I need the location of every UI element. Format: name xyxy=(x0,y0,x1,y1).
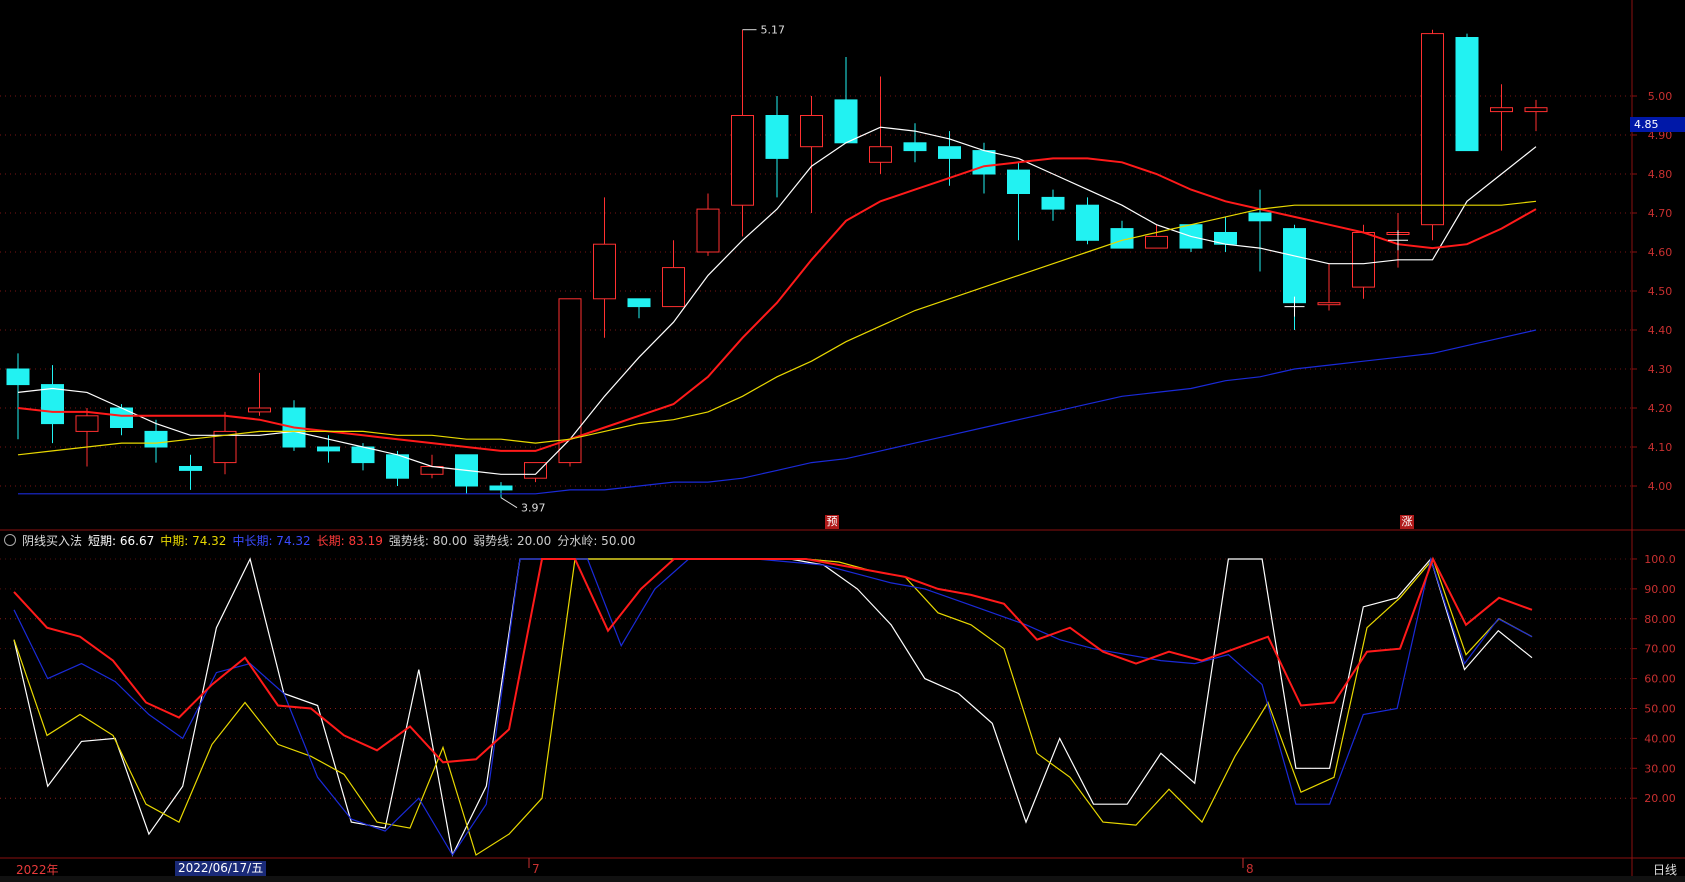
candle-body xyxy=(938,146,961,159)
candle-body xyxy=(1352,232,1375,288)
indicator-tick-label: 40.00 xyxy=(1644,732,1676,745)
legend-medium: 中期: 74.32 xyxy=(160,534,227,548)
status-strip xyxy=(0,876,1685,882)
candle-body xyxy=(6,368,30,386)
candle-body xyxy=(731,115,754,206)
legend-short: 短期: 66.67 xyxy=(88,534,155,548)
ma-line-ma20 xyxy=(17,200,1537,456)
legend-weak-line: 弱势线: 20.00 xyxy=(473,534,552,548)
indicator-tick-label: 80.00 xyxy=(1644,613,1676,626)
current-price-tag: 4.85 xyxy=(1630,117,1685,132)
price-tick-label: 4.70 xyxy=(1648,207,1673,220)
candle-body xyxy=(1524,107,1548,113)
candle-body xyxy=(765,115,789,159)
candle-body xyxy=(75,415,99,432)
candle-body xyxy=(1041,196,1065,210)
candle-body xyxy=(1248,212,1272,222)
candle-body xyxy=(386,454,409,479)
indicator-tick-label: 90.00 xyxy=(1644,583,1676,596)
legend-watershed: 分水岭: 50.00 xyxy=(557,534,636,548)
candle-body xyxy=(869,146,892,163)
candle-body xyxy=(903,142,927,152)
month-label: 7 xyxy=(532,862,540,876)
candle-body xyxy=(1145,235,1168,249)
candle-body xyxy=(662,267,685,308)
price-tick-label: 4.20 xyxy=(1648,402,1673,415)
candle-body xyxy=(800,115,823,148)
price-tick-label: 4.40 xyxy=(1648,324,1673,337)
candle-body xyxy=(1317,302,1341,306)
cursor-date: 2022/06/17/五 xyxy=(175,861,267,876)
low-price-label: 3.97 xyxy=(521,502,546,515)
candle-body xyxy=(972,150,996,175)
candle-body xyxy=(1421,33,1444,226)
high-price-label: 5.17 xyxy=(761,24,786,37)
candle-body xyxy=(593,243,616,300)
candle-body xyxy=(144,430,168,448)
price-tick-label: 4.00 xyxy=(1648,480,1673,493)
candle-body xyxy=(834,99,858,144)
candle-body xyxy=(1455,37,1479,152)
candlestick-chart[interactable]: 5.004.904.804.704.604.504.404.304.204.10… xyxy=(0,0,1685,882)
indicator-tick-label: 20.00 xyxy=(1644,792,1676,805)
candle-body xyxy=(179,466,202,471)
indicator-tick-label: 60.00 xyxy=(1644,673,1676,686)
legend-strong-line: 强势线: 80.00 xyxy=(388,534,468,548)
legend-long: 长期: 83.19 xyxy=(316,534,383,548)
indicator-line xyxy=(13,556,1533,764)
candle-body xyxy=(248,407,271,413)
month-label: 8 xyxy=(1246,862,1254,876)
candle-body xyxy=(1283,228,1306,304)
candle-body xyxy=(489,485,513,491)
legend-medium-long: 中长期: 74.32 xyxy=(232,534,311,548)
candle-body xyxy=(1076,204,1099,241)
price-tick-label: 4.80 xyxy=(1648,168,1673,181)
indicator-line xyxy=(13,557,1533,856)
candle-body xyxy=(627,298,651,308)
low-price-pointer xyxy=(500,497,518,509)
ma-line-ma60 xyxy=(18,329,1537,495)
candle-body xyxy=(696,208,720,253)
indicator-tick-label: 70.00 xyxy=(1644,643,1676,656)
indicator-tick-label: 100.0 xyxy=(1644,553,1676,566)
candle-body xyxy=(1007,169,1030,195)
candle-body xyxy=(317,446,340,452)
price-tick-label: 4.60 xyxy=(1648,246,1673,259)
candle-body xyxy=(41,384,64,425)
signal-zhang: 涨 xyxy=(1400,515,1414,529)
price-tick-label: 5.00 xyxy=(1648,90,1673,103)
signal-yu: 预 xyxy=(825,515,839,529)
candle-body xyxy=(1490,107,1513,113)
candle-body xyxy=(524,462,547,479)
indicator-title: 阴线买入法 xyxy=(22,534,83,548)
indicator-tick-label: 50.00 xyxy=(1644,702,1676,715)
price-tick-label: 4.50 xyxy=(1648,285,1673,298)
indicator-legend: 阴线买入法 短期: 66.67 中期: 74.32 中长期: 74.32 长期: 83.… xyxy=(4,532,642,550)
ma-line-ma10 xyxy=(17,157,1537,452)
price-tick-label: 4.10 xyxy=(1648,441,1673,454)
gear-icon[interactable] xyxy=(4,534,16,546)
indicator-tick-label: 30.00 xyxy=(1644,762,1676,775)
price-tick-label: 4.30 xyxy=(1648,363,1673,376)
